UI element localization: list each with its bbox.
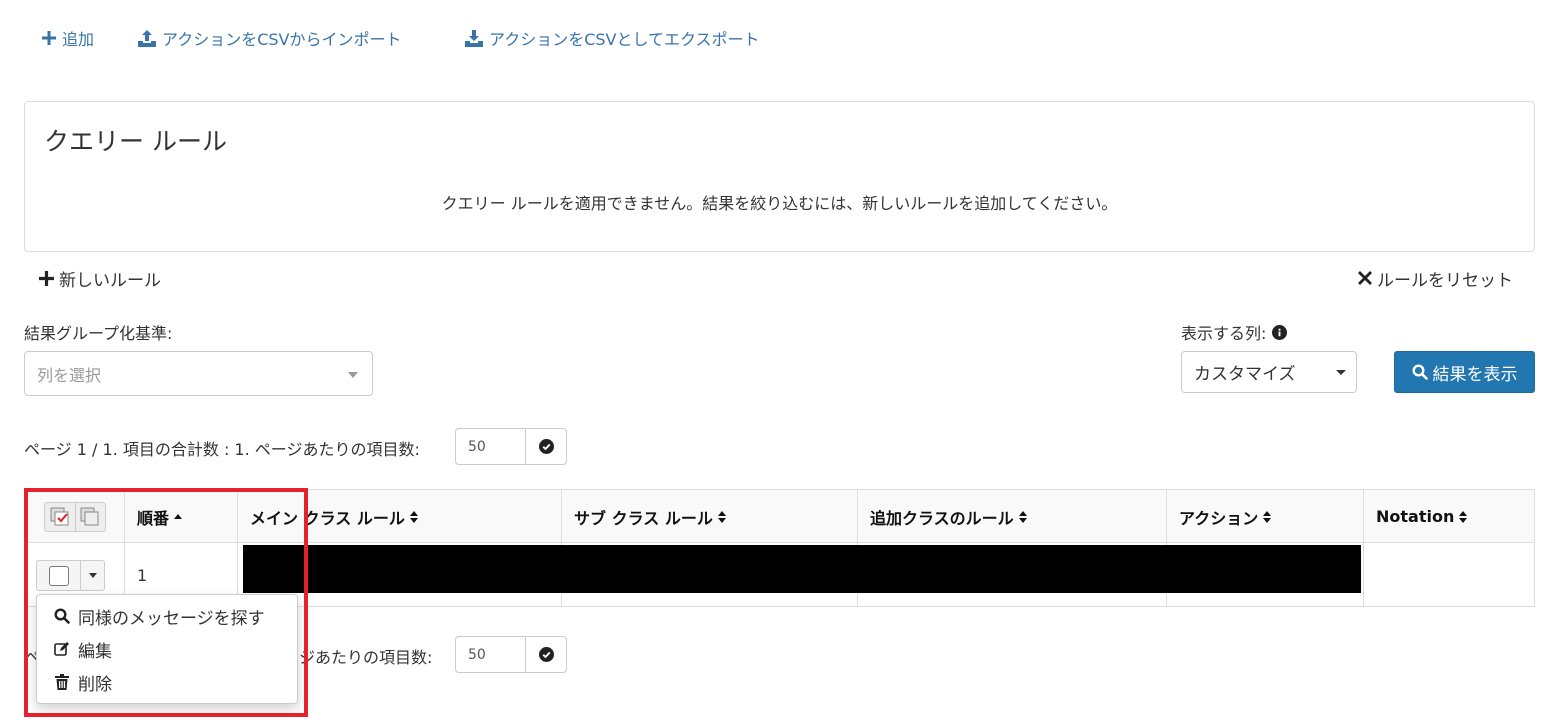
export-csv-button[interactable]: アクションをCSVとしてエクスポート xyxy=(465,26,760,50)
menu-item-label: 削除 xyxy=(78,674,112,695)
sort-icon xyxy=(1018,510,1028,524)
columns-display-label: 表示する列: xyxy=(1181,324,1267,343)
show-results-label: 結果を表示 xyxy=(1432,364,1518,385)
new-rule-button[interactable]: 新しいルール xyxy=(39,266,161,291)
per-page-input-bottom[interactable]: 50 xyxy=(455,636,526,673)
reset-rules-button[interactable]: ルールをリセット xyxy=(1358,266,1513,291)
columns-display-selected: カスタマイズ xyxy=(1194,364,1296,385)
query-rules-panel: クエリー ルール クエリー ルールを適用できません。結果を絞り込むには、新しいル… xyxy=(24,101,1535,252)
show-results-button[interactable]: 結果を表示 xyxy=(1394,351,1535,393)
menu-item-label: 同様のメッセージを探す xyxy=(78,608,265,629)
column-header-sub-class-rule[interactable]: サブ クラス ルール xyxy=(562,490,858,543)
column-header-main-class-rule[interactable]: メイン クラス ルール xyxy=(238,490,562,543)
column-header-label: メイン クラス ルール xyxy=(250,508,405,528)
select-all-icon xyxy=(50,507,70,527)
pager-info-bottom-right: ジあたりの項目数: xyxy=(299,648,433,667)
chevron-down-icon xyxy=(348,371,358,378)
sort-asc-icon xyxy=(173,513,183,521)
row-checkbox[interactable] xyxy=(37,561,81,590)
sort-icon xyxy=(717,510,727,524)
sort-icon xyxy=(1458,510,1468,524)
query-rules-message: クエリー ルールを適用できません。結果を絞り込むには、新しいルールを追加してくだ… xyxy=(441,194,1118,213)
import-csv-button[interactable]: アクションをCSVからインポート xyxy=(138,26,401,50)
deselect-all-icon xyxy=(80,507,100,527)
deselect-all-button[interactable] xyxy=(76,503,106,531)
bulk-select-group xyxy=(44,502,106,532)
row-notation-cell xyxy=(1364,543,1536,607)
column-header-label: アクション xyxy=(1179,508,1259,528)
column-header-label: サブ クラス ルール xyxy=(574,508,713,528)
column-header-action[interactable]: アクション xyxy=(1167,490,1364,543)
column-header-order[interactable]: 順番 xyxy=(125,490,238,543)
info-icon[interactable] xyxy=(1272,324,1288,340)
import-csv-label: アクションをCSVからインポート xyxy=(162,30,402,49)
row-action-menu: 同様のメッセージを探す 編集 削除 xyxy=(36,594,298,704)
results-table: 順番 メイン クラス ルール サブ クラス ルール 追加クラスのルール アクショ… xyxy=(24,489,1535,607)
sort-icon xyxy=(409,510,419,524)
search-icon xyxy=(1411,364,1428,380)
row-select-group xyxy=(36,560,105,591)
column-header-label: 追加クラスのルール xyxy=(870,508,1014,528)
upload-icon xyxy=(138,29,156,47)
columns-display-label-wrap: 表示する列: xyxy=(1181,320,1288,344)
caret-down-icon xyxy=(88,572,98,579)
column-header-notation[interactable]: Notation xyxy=(1364,490,1536,543)
select-column-header xyxy=(25,490,125,543)
per-page-input-top[interactable]: 50 xyxy=(455,428,526,465)
add-label: 追加 xyxy=(62,30,95,49)
edit-icon xyxy=(53,641,71,657)
check-circle-icon xyxy=(538,439,554,454)
chevron-down-icon xyxy=(1336,370,1346,375)
sort-icon xyxy=(1262,510,1272,524)
menu-item-find-similar[interactable]: 同様のメッセージを探す xyxy=(53,604,265,629)
grouping-label: 結果グループ化基準: xyxy=(24,324,173,343)
per-page-apply-button-top[interactable] xyxy=(525,428,567,465)
export-csv-label: アクションをCSVとしてエクスポート xyxy=(489,30,760,49)
add-button[interactable]: 追加 xyxy=(42,26,94,50)
grouping-placeholder: 列を選択 xyxy=(37,365,102,385)
select-all-button[interactable] xyxy=(45,503,76,531)
download-icon xyxy=(465,29,483,47)
plus-icon xyxy=(39,270,54,286)
menu-item-label: 編集 xyxy=(78,641,112,662)
new-rule-label: 新しいルール xyxy=(59,270,161,291)
menu-item-edit[interactable]: 編集 xyxy=(53,637,112,662)
redacted-area xyxy=(243,545,1361,593)
table-header: 順番 メイン クラス ルール サブ クラス ルール 追加クラスのルール アクショ… xyxy=(25,490,1534,543)
per-page-apply-button-bottom[interactable] xyxy=(525,636,567,673)
close-icon xyxy=(1358,271,1372,285)
reset-rules-label: ルールをリセット xyxy=(1377,270,1513,291)
menu-item-delete[interactable]: 削除 xyxy=(53,670,112,695)
grouping-select[interactable]: 列を選択 xyxy=(24,351,373,396)
column-header-label: Notation xyxy=(1376,507,1455,526)
query-rules-title: クエリー ルール xyxy=(44,127,227,156)
columns-display-select[interactable]: カスタマイズ xyxy=(1181,351,1357,393)
trash-icon xyxy=(53,674,71,690)
check-circle-icon xyxy=(538,647,554,662)
row-menu-toggle[interactable] xyxy=(81,561,104,590)
plus-icon xyxy=(42,31,56,45)
column-header-label: 順番 xyxy=(137,508,170,528)
column-header-additional-class-rule[interactable]: 追加クラスのルール xyxy=(858,490,1167,543)
pager-info-top: ページ 1 / 1. 項目の合計数 : 1. ページあたりの項目数: xyxy=(24,440,420,459)
search-icon xyxy=(53,608,71,624)
